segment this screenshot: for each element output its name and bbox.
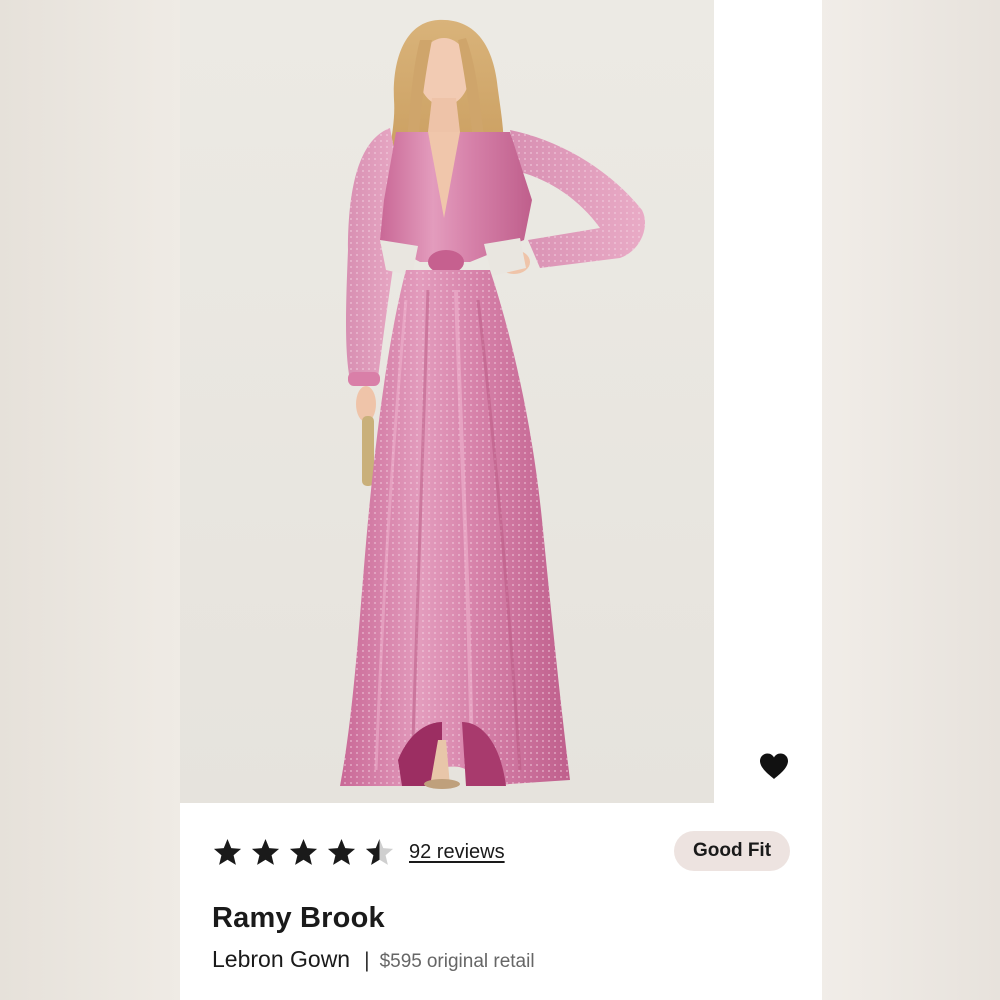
price-suffix: original retail	[426, 951, 535, 972]
product-line: Lebron Gown | $595 original retail	[212, 946, 535, 973]
product-image[interactable]	[180, 0, 714, 803]
reviews-link[interactable]: 92 reviews	[409, 841, 505, 864]
brand-name[interactable]: Ramy Brook	[212, 902, 385, 935]
star-half-icon	[365, 838, 394, 865]
rating-row: 92 reviews	[212, 832, 505, 872]
star-rating	[212, 837, 395, 868]
star-full-icon	[327, 838, 356, 865]
fit-badge: Good Fit	[674, 831, 790, 871]
right-backdrop	[822, 0, 1000, 1000]
product-card: 92 reviews Good Fit Ramy Brook Lebron Go…	[180, 0, 822, 1000]
divider: |	[364, 949, 370, 972]
favorite-heart-icon[interactable]	[758, 752, 790, 780]
left-backdrop	[0, 0, 180, 1000]
product-name: Lebron Gown	[212, 946, 351, 972]
star-full-icon	[251, 838, 280, 865]
model-gown-illustration	[340, 19, 646, 789]
price: $595	[379, 951, 422, 972]
star-full-icon	[289, 838, 318, 865]
star-full-icon	[213, 838, 242, 865]
